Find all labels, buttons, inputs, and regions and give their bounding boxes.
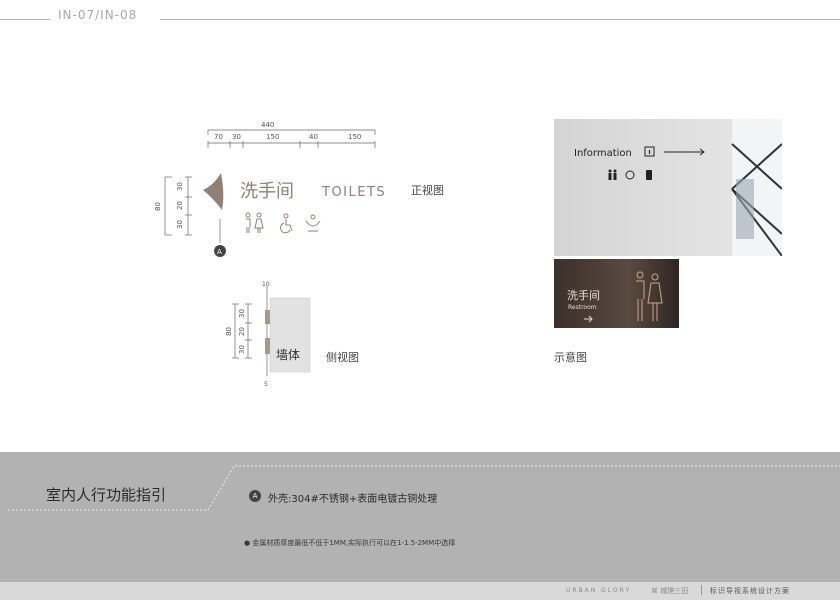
material-text: 外壳:304#不锈钢+表面电镀古铜处理 (268, 494, 438, 505)
material-note: ● 金属材质厚度最低不低于1MM,实际执行可以在1-1.5-2MM中选择 (244, 539, 456, 547)
height-total: 80 (154, 202, 162, 211)
footer-separator (701, 585, 702, 595)
information-text: Information (574, 148, 632, 159)
material-marker-a: A (249, 490, 261, 502)
side-bottom-dim: 5 (264, 381, 268, 388)
header-rule-left (0, 19, 50, 20)
side-top-dim: 10 (262, 281, 270, 288)
footer-brand: URBAN GLORY (566, 587, 632, 594)
side-height-seg-3: 30 (238, 345, 246, 354)
front-view-label: 正视图 (411, 184, 444, 197)
marker-a-text: A (217, 248, 222, 256)
sign-en-text: TOILETS (321, 185, 386, 200)
photo-restroom-en: Restroom (568, 304, 597, 311)
front-view-drawing: 440 70 30 150 40 150 80 30 20 30 洗手间 TOI… (154, 121, 386, 257)
photo-pictograms (608, 169, 652, 180)
restroom-pictograms (245, 212, 321, 234)
width-seg-3: 150 (266, 133, 279, 141)
leaf-logo-icon (203, 173, 224, 210)
side-view-drawing: 10 5 80 30 20 30 墙体 (225, 281, 311, 388)
height-seg-3: 30 (176, 220, 184, 229)
photo-restroom-cn: 洗手间 (567, 288, 600, 302)
side-height-seg-1: 30 (238, 309, 246, 318)
width-total: 440 (261, 121, 274, 129)
illustration-label: 示意图 (554, 351, 587, 364)
side-height-total: 80 (225, 327, 233, 336)
wall-label: 墙体 (276, 348, 300, 362)
width-seg-5: 150 (348, 133, 361, 141)
width-seg-1: 70 (214, 133, 223, 141)
footer-project: 标识导视系统设计方案 (710, 587, 790, 595)
illustration-photo-restroom: 洗手间 Restroom (554, 259, 679, 328)
sign-plate-top (265, 310, 270, 324)
illustration-photo-information: Information (554, 119, 782, 256)
photo-person-figures (636, 271, 663, 321)
side-view-label: 侧视图 (326, 351, 359, 364)
width-seg-4: 40 (309, 133, 318, 141)
width-seg-2: 30 (232, 133, 241, 141)
height-seg-1: 30 (176, 182, 184, 191)
page-code: IN-07/IN-08 (58, 8, 138, 22)
footer-brand-cn: ⌘ 城理三田 (651, 587, 689, 595)
panel-title: 室内人行功能指引 (46, 486, 167, 504)
sign-plate-bottom (265, 338, 270, 354)
photo-arrow-icon (584, 315, 593, 323)
header-rule-right (160, 19, 840, 20)
sign-cn-text: 洗手间 (240, 181, 294, 202)
height-seg-2: 20 (176, 201, 184, 210)
side-height-seg-2: 20 (238, 327, 246, 336)
